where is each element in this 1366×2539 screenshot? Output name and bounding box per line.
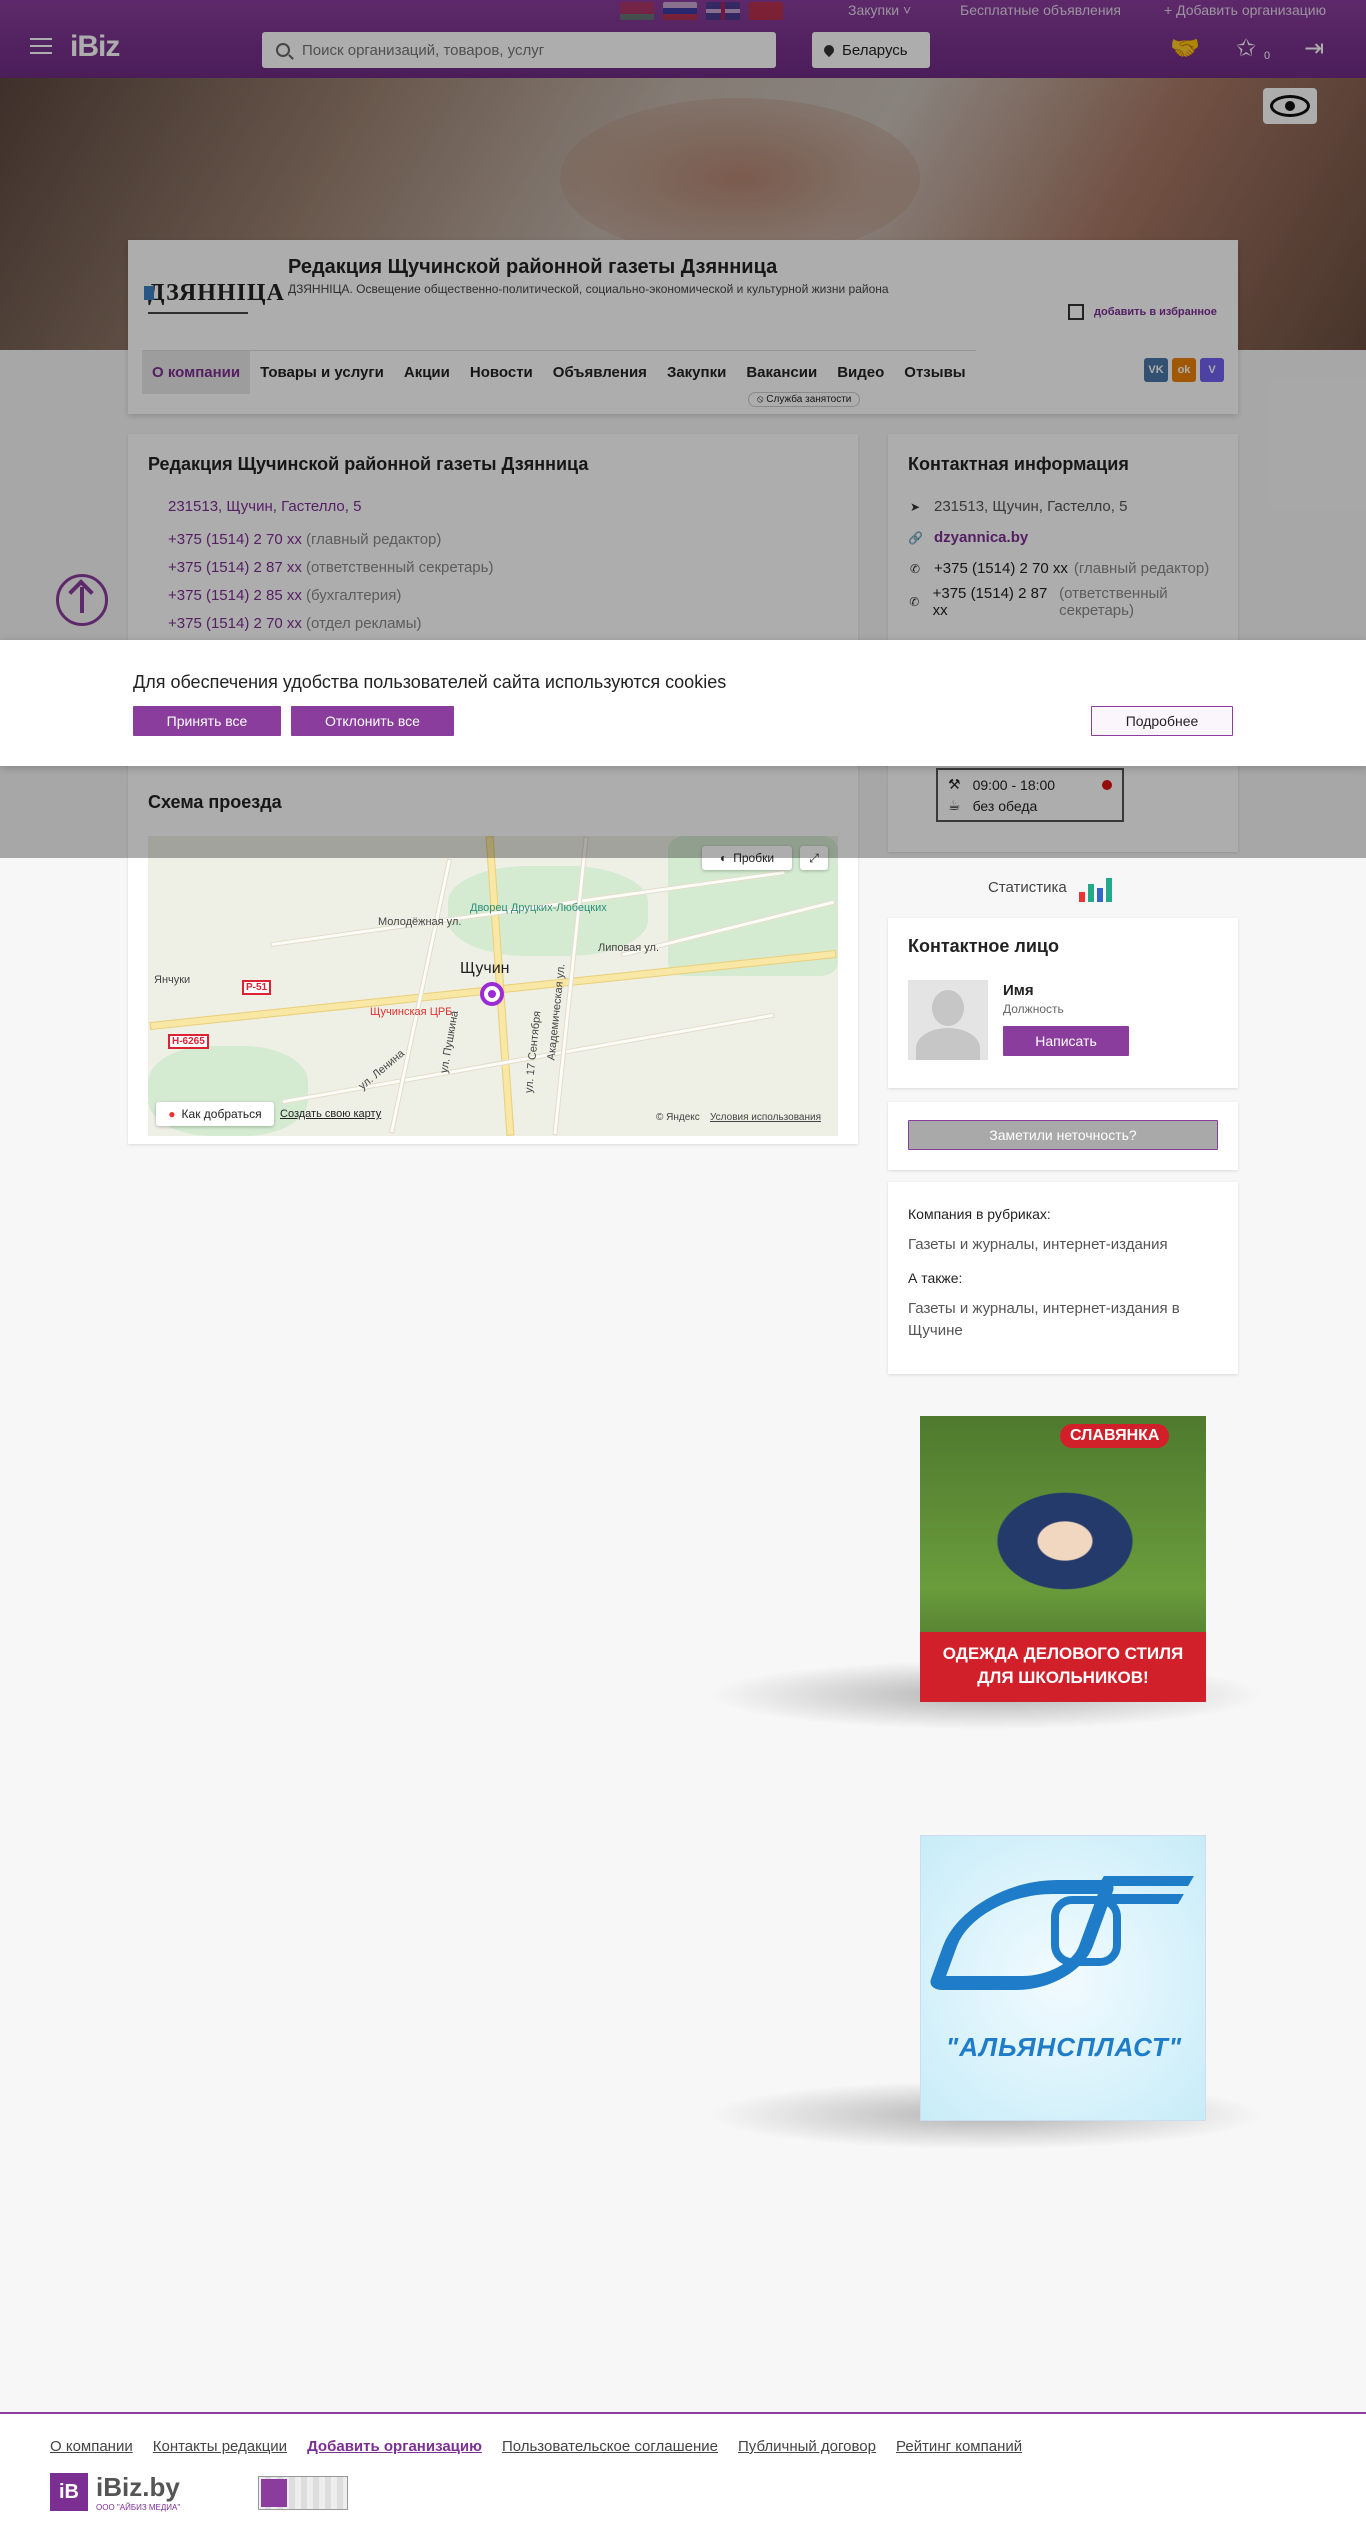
rubric-link[interactable]: Газеты и журналы, интернет-издания <box>908 1236 1168 1253</box>
cookie-details-button[interactable]: Подробнее <box>1091 706 1233 736</box>
statistics-link[interactable]: Статистика <box>988 872 1123 902</box>
footer-link-contract[interactable]: Публичный договор <box>738 2438 876 2455</box>
footer-logo-text: iBiz.by <box>96 2472 180 2502</box>
contact-person-panel: Контактное лицо Имя Должность Написать <box>888 918 1238 1088</box>
ad2-brand: "АЛЬЯНСПЛАСТ" <box>945 2032 1183 2062</box>
ad2-logo-cups <box>1051 1896 1121 1966</box>
footer: О компании Контакты редакции Добавить ор… <box>0 2412 1366 2539</box>
avatar <box>908 980 988 1060</box>
contact-person-title: Контактное лицо <box>908 936 1059 956</box>
map-label: Щучинская ЦРБ <box>370 1006 453 1018</box>
write-message-button[interactable]: Написать <box>1003 1026 1129 1056</box>
ad-banner-alliansplast[interactable]: "АЛЬЯНСПЛАСТ" <box>920 1835 1206 2121</box>
map-city-label: Щучин <box>460 960 510 977</box>
cookie-banner: Для обеспечения удобства пользователей с… <box>0 640 1366 766</box>
map-terms-link[interactable]: Условия использования <box>710 1112 821 1123</box>
decline-cookies-button[interactable]: Отклонить все <box>291 706 454 736</box>
footer-logo[interactable]: iB iBiz.by ООО "АЙБИЗ МЕДИА" <box>50 2472 180 2512</box>
route-label: Как добраться <box>181 1107 262 1121</box>
map-label: ул. Пушкина <box>438 1009 461 1075</box>
map-label: Дворец Друцких-Любецких <box>470 902 607 914</box>
footer-link-add-org[interactable]: Добавить организацию <box>307 2438 482 2455</box>
rubrics-panel: Компания в рубриках: Газеты и журналы, и… <box>888 1182 1238 1374</box>
footer-link-about[interactable]: О компании <box>50 2438 133 2455</box>
contact-person-name: Имя <box>1003 982 1034 999</box>
statistics-label: Статистика <box>988 878 1067 896</box>
footer-link-agreement[interactable]: Пользовательское соглашение <box>502 2438 718 2455</box>
also-rubric-link[interactable]: Газеты и журналы, интернет-издания в Щуч… <box>908 1298 1198 1342</box>
route-button[interactable]: ● Как добраться <box>156 1102 274 1126</box>
road-sign: Р-51 <box>242 980 272 995</box>
ad1-photo <box>960 1466 1170 1616</box>
footer-link-contacts[interactable]: Контакты редакции <box>153 2438 287 2455</box>
ad1-slogan: ОДЕЖДА ДЕЛОВОГО СТИЛЯ ДЛЯ ШКОЛЬНИКОВ! <box>920 1632 1206 1702</box>
ad-banner-slavyanka[interactable]: СЛАВЯНКА ОДЕЖДА ДЕЛОВОГО СТИЛЯ ДЛЯ ШКОЛЬ… <box>920 1416 1206 1702</box>
map-copyright: © Яндекс <box>656 1112 700 1123</box>
report-inaccuracy-button[interactable]: Заметили неточность? <box>908 1120 1218 1150</box>
contact-person-role: Должность <box>1003 1002 1064 1016</box>
ad2-wing <box>1098 1894 1184 1904</box>
visit-counter[interactable] <box>258 2476 348 2510</box>
footer-logo-box: iB <box>50 2473 88 2511</box>
ad2-wing <box>1098 1876 1194 1886</box>
report-panel: Заметили неточность? <box>888 1102 1238 1170</box>
footer-links: О компании Контакты редакции Добавить ор… <box>50 2438 1022 2455</box>
map-label: ул. 17 Сентября <box>522 1010 544 1094</box>
road-sign: Н-6265 <box>168 1034 209 1049</box>
map-marker-icon[interactable] <box>480 982 504 1006</box>
cookie-text: Для обеспечения удобства пользователей с… <box>133 672 727 692</box>
map-widget[interactable]: Дворец Друцких-Любецких Янчуки Щучинская… <box>148 836 838 1136</box>
accept-cookies-button[interactable]: Принять все <box>133 706 281 736</box>
map-label: Молодёжная ул. <box>378 916 462 928</box>
footer-company-name: ООО "АЙБИЗ МЕДИА" <box>96 2503 181 2512</box>
footer-link-rating[interactable]: Рейтинг компаний <box>896 2438 1022 2455</box>
map-label: Янчуки <box>154 974 191 986</box>
statistics-chart-icon <box>1078 872 1123 902</box>
create-map-link[interactable]: Создать свою карту <box>280 1108 381 1120</box>
map-label: Липовая ул. <box>598 942 660 954</box>
ad1-brand: СЛАВЯНКА <box>1060 1424 1170 1448</box>
also-heading: А также: <box>908 1270 963 1286</box>
rubrics-heading: Компания в рубриках: <box>908 1206 1051 1222</box>
